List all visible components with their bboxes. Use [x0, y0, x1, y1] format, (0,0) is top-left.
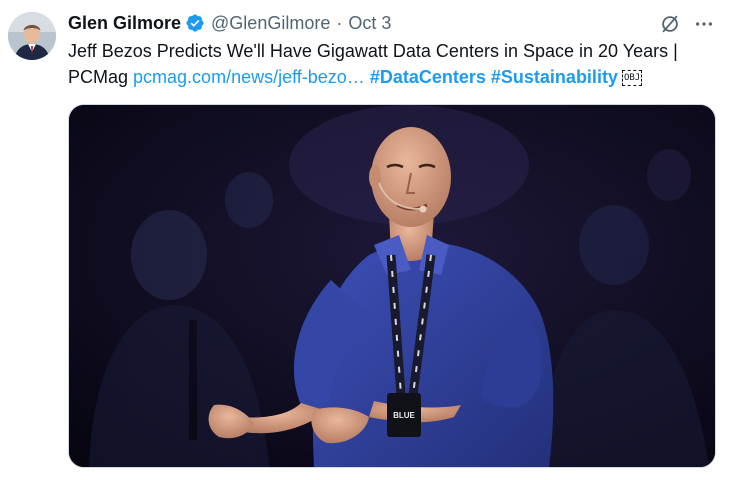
author-name[interactable]: Glen Gilmore: [68, 13, 181, 34]
hashtag-sustainability[interactable]: #Sustainability: [491, 67, 618, 87]
tweet-media-image[interactable]: BLUE: [68, 104, 716, 468]
avatar[interactable]: [8, 12, 56, 60]
grok-icon[interactable]: [656, 10, 684, 38]
hashtag-datacenters[interactable]: #DataCenters: [370, 67, 486, 87]
badge-text: BLUE: [393, 411, 415, 420]
verified-badge-icon[interactable]: [185, 13, 205, 33]
author-handle[interactable]: @GlenGilmore: [211, 13, 330, 34]
separator-dot: ·: [336, 12, 343, 33]
more-options-icon[interactable]: [690, 10, 718, 38]
photo-bezos-on-stage: BLUE: [69, 105, 715, 467]
tweet-text: Jeff Bezos Predicts We'll Have Gigawatt …: [68, 38, 718, 90]
article-link[interactable]: pcmag.com/news/jeff-bezo…: [133, 67, 365, 87]
avatar-photo: [8, 12, 56, 60]
tweet[interactable]: Glen Gilmore @GlenGilmore · Oct 3 Jeff B…: [0, 0, 736, 480]
object-replacement-glyph: OBJ: [621, 70, 643, 86]
timestamp[interactable]: Oct 3: [348, 13, 391, 34]
tweet-header: Glen Gilmore @GlenGilmore · Oct 3: [68, 12, 656, 34]
